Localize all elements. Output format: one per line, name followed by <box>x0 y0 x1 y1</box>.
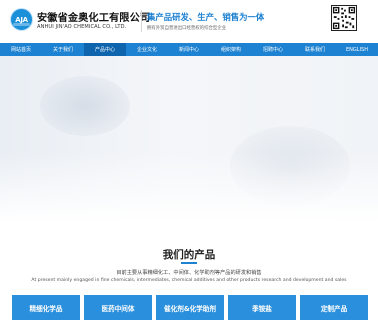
category-catalysts-additives[interactable]: 催化剂&化学助剂 <box>156 295 224 320</box>
company-logo[interactable]: AJA <box>10 8 33 31</box>
nav-item-home[interactable]: 网站首页 <box>0 43 42 56</box>
qr-code-icon <box>331 5 357 31</box>
nav-item-products[interactable]: 产品中心 <box>84 43 126 56</box>
category-quaternary-ammonium[interactable]: 季铵盐 <box>228 295 296 320</box>
company-name-cn: 安徽省金奥化工有限公司 <box>37 13 151 24</box>
section-description-en: At present mainly engaged in fine chemic… <box>31 278 347 283</box>
page: AJA 安徽省金奥化工有限公司 ANHUI JIN'AO CHEMICAL CO… <box>0 0 378 320</box>
banner-decoration <box>40 76 130 136</box>
header-slogan: 集产品研发、生产、销售为一体 <box>147 12 265 22</box>
nav-item-about[interactable]: 关于我们 <box>42 43 84 56</box>
main-nav: 网站首页 关于我们 产品中心 企业文化 新闻中心 组织架构 招聘中心 联系我们 … <box>0 43 378 56</box>
nav-item-organization[interactable]: 组织架构 <box>210 43 252 56</box>
product-categories: 精细化学品 医药中间体 催化剂&化学助剂 季铵盐 定制产品 <box>12 295 368 320</box>
header: AJA 安徽省金奥化工有限公司 ANHUI JIN'AO CHEMICAL CO… <box>0 0 378 42</box>
nav-item-culture[interactable]: 企业文化 <box>126 43 168 56</box>
header-divider <box>141 10 142 32</box>
nav-item-contact[interactable]: 联系我们 <box>294 43 336 56</box>
header-subslogan: 拥有外贸自营进出口经营权的综合型企业 <box>147 26 227 31</box>
banner-fade <box>0 151 378 234</box>
nav-item-recruitment[interactable]: 招聘中心 <box>252 43 294 56</box>
section-title: 我们的产品 <box>162 249 216 261</box>
section-title-underline <box>181 262 197 264</box>
category-pharma-intermediates[interactable]: 医药中间体 <box>84 295 152 320</box>
section-description-cn: 目前主要从事精细化工、中间体、化学助剂等产品的研发和销售 <box>116 270 262 276</box>
hero-banner <box>0 56 378 234</box>
company-name-en: ANHUI JIN'AO CHEMICAL CO., LTD. <box>37 24 127 30</box>
category-custom-products[interactable]: 定制产品 <box>300 295 368 320</box>
category-fine-chemicals[interactable]: 精细化学品 <box>12 295 80 320</box>
logo-text: AJA <box>15 15 28 24</box>
nav-item-english[interactable]: ENGLISH <box>336 43 378 56</box>
nav-item-news[interactable]: 新闻中心 <box>168 43 210 56</box>
